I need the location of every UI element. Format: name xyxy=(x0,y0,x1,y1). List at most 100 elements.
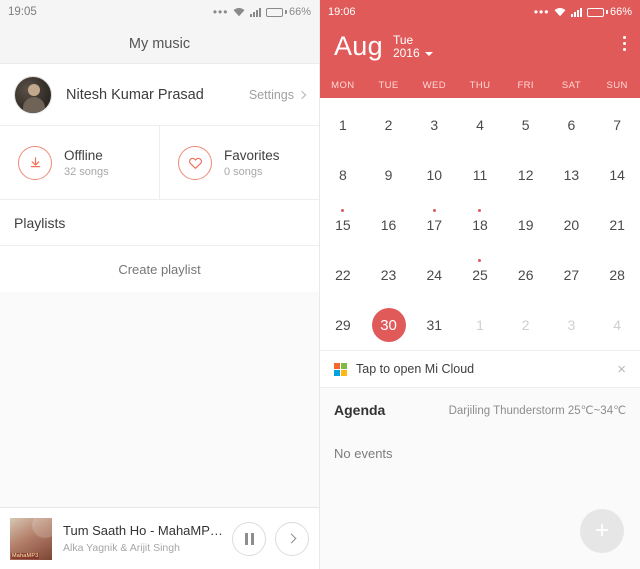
settings-label: Settings xyxy=(248,87,294,102)
chevron-down-icon xyxy=(424,51,433,56)
calendar-day-number: 25 xyxy=(472,267,488,283)
calendar-day-number: 1 xyxy=(476,317,484,333)
create-playlist-button[interactable]: Create playlist xyxy=(0,246,319,292)
calendar-day-cell[interactable]: 18 xyxy=(457,200,503,250)
calendar-day-cell[interactable]: 23 xyxy=(366,250,412,300)
wifi-icon xyxy=(554,7,566,17)
album-badge: MahaMP3 xyxy=(11,552,40,559)
add-event-button[interactable]: + xyxy=(580,509,624,553)
next-button[interactable] xyxy=(275,521,309,556)
calendar-day-number: 3 xyxy=(430,117,439,133)
calendar-day-cell[interactable]: 12 xyxy=(503,150,549,200)
now-playing-bar[interactable]: MahaMP3 Tum Saath Ho - MahaMP3... Alka Y… xyxy=(0,507,319,569)
quick-access-row: Offline 32 songs Favorites 0 songs xyxy=(0,126,319,200)
calendar-day-cell[interactable]: 11 xyxy=(457,150,503,200)
pause-icon xyxy=(244,532,254,545)
calendar-day-cell[interactable]: 20 xyxy=(549,200,595,250)
mi-cloud-banner[interactable]: Tap to open Mi Cloud × xyxy=(320,350,640,388)
create-playlist-label: Create playlist xyxy=(118,261,201,277)
wifi-icon xyxy=(233,7,245,17)
calendar-day-number: 31 xyxy=(426,317,443,333)
calendar-day-number: 13 xyxy=(563,167,580,183)
calendar-day-number: 22 xyxy=(335,267,351,283)
calendar-day-cell[interactable]: 29 xyxy=(320,300,366,350)
calendar-grid: 1 2 3 4 5 6 7 8 9 10 11 12 13 14 15 16 17 18 19 20 21 22 23 24 2… xyxy=(320,98,640,350)
calendar-day-number: 6 xyxy=(567,117,576,133)
calendar-day-cell[interactable]: 13 xyxy=(549,150,595,200)
weekday-tue: TUE xyxy=(378,80,399,91)
calendar-day-cell[interactable]: 2 xyxy=(503,300,549,350)
calendar-day-number: 30 xyxy=(371,308,406,342)
calendar-day-cell[interactable]: 1 xyxy=(457,300,503,350)
calendar-day-cell[interactable]: 10 xyxy=(411,150,457,200)
music-title-bar: My music xyxy=(0,24,319,64)
calendar-day-cell[interactable]: 6 xyxy=(549,100,595,150)
heart-icon xyxy=(178,145,212,180)
weekday-mon: MON xyxy=(331,80,355,91)
calendar-day-cell[interactable]: 27 xyxy=(549,250,595,300)
playlists-label: Playlists xyxy=(14,214,66,231)
battery-indicator: 66% xyxy=(266,6,311,18)
calendar-day-cell[interactable]: 8 xyxy=(320,150,366,200)
calendar-day-cell[interactable]: 24 xyxy=(411,250,457,300)
calendar-day-cell[interactable]: 28 xyxy=(594,250,640,300)
mi-cloud-label: Tap to open Mi Cloud xyxy=(356,362,475,376)
calendar-day-number: 3 xyxy=(567,317,576,333)
calendar-day-number: 10 xyxy=(426,167,443,183)
calendar-day-cell[interactable]: 2 xyxy=(366,100,412,150)
calendar-day-cell[interactable]: 25 xyxy=(457,250,503,300)
date-meta[interactable]: Tue 2016 xyxy=(393,34,433,60)
settings-button[interactable]: Settings xyxy=(248,87,307,102)
profile-row[interactable]: Nitesh Kumar Prasad Settings xyxy=(0,64,319,126)
calendar-day-cell[interactable]: 5 xyxy=(503,100,549,150)
calendar-day-cell[interactable]: 7 xyxy=(594,100,640,150)
calendar-day-cell[interactable]: 26 xyxy=(503,250,549,300)
event-dot-icon xyxy=(478,209,482,212)
favorites-button[interactable]: Favorites 0 songs xyxy=(159,126,319,199)
calendar-day-cell[interactable]: 16 xyxy=(366,200,412,250)
calendar-day-cell[interactable]: 19 xyxy=(503,200,549,250)
calendar-day-cell[interactable]: 4 xyxy=(457,100,503,150)
phone-screenshot-pair: 19:05 ••• 66% My music Nitesh Kumar Pras… xyxy=(0,0,640,569)
calendar-day-cell[interactable]: 17 xyxy=(411,200,457,250)
left-status-bar: 19:05 ••• 66% xyxy=(0,0,319,24)
calendar-day-cell[interactable]: 15 xyxy=(320,200,366,250)
pause-button[interactable] xyxy=(232,521,266,556)
calendar-day-cell[interactable]: 3 xyxy=(411,100,457,150)
weekday-header-row: MON TUE WED THU FRI SAT SUN xyxy=(320,74,640,98)
calendar-day-number: 4 xyxy=(476,117,484,133)
status-time: 19:06 xyxy=(328,6,356,18)
month-label[interactable]: Aug xyxy=(334,30,383,62)
close-icon[interactable]: × xyxy=(617,361,626,378)
battery-percent: 66% xyxy=(609,6,632,18)
calendar-day-number: 26 xyxy=(517,267,534,283)
overflow-menu-button[interactable] xyxy=(623,30,626,51)
calendar-day-cell[interactable]: 3 xyxy=(549,300,595,350)
battery-indicator: 66% xyxy=(587,6,632,18)
year-selector[interactable]: 2016 xyxy=(393,47,433,60)
calendar-day-cell[interactable]: 14 xyxy=(594,150,640,200)
calendar-day-cell[interactable]: 9 xyxy=(366,150,412,200)
calendar-day-number: 29 xyxy=(335,317,351,333)
calendar-day-cell[interactable]: 4 xyxy=(594,300,640,350)
calendar-day-cell[interactable]: 31 xyxy=(411,300,457,350)
calendar-day-number: 20 xyxy=(563,217,580,233)
right-status-bar: 19:06 ••• 66% xyxy=(320,0,640,24)
album-art: MahaMP3 xyxy=(10,517,52,560)
calendar-day-cell[interactable]: 21 xyxy=(594,200,640,250)
calendar-day-number: 2 xyxy=(384,117,393,133)
profile-name: Nitesh Kumar Prasad xyxy=(66,86,204,103)
offline-title: Offline xyxy=(64,147,103,163)
download-icon xyxy=(18,145,52,180)
weekday-fri: FRI xyxy=(517,80,534,91)
battery-percent: 66% xyxy=(288,6,311,18)
calendar-day-number: 24 xyxy=(426,267,443,283)
calendar-day-number: 1 xyxy=(338,117,347,133)
calendar-day-cell[interactable]: 22 xyxy=(320,250,366,300)
offline-button[interactable]: Offline 32 songs xyxy=(0,126,159,199)
calendar-day-cell[interactable]: 30 xyxy=(366,300,412,350)
calendar-day-number: 11 xyxy=(472,167,488,183)
calendar-day-cell[interactable]: 1 xyxy=(320,100,366,150)
agenda-header: Agenda Darjiling Thunderstorm 25℃~34℃ xyxy=(320,388,640,432)
track-info: Tum Saath Ho - MahaMP3... Alka Yagnik & … xyxy=(63,523,223,554)
